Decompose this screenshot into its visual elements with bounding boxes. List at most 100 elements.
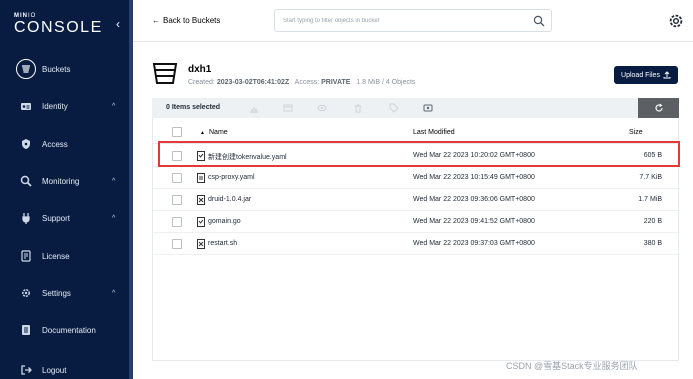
file-size: 605 B — [643, 152, 662, 159]
sidebar-item-documentation[interactable]: Documentation — [0, 313, 129, 347]
table-row[interactable]: gomain.go Wed Mar 22 2023 09:41:52 GMT+0… — [153, 211, 680, 233]
sidebar-item-logout[interactable]: Logout — [0, 353, 129, 379]
created-label: Created: — [188, 79, 215, 86]
file-name: csp-proxy.yaml — [208, 174, 255, 181]
table-row[interactable]: 新建创建tokenvalue.yaml Wed Mar 22 2023 10:2… — [153, 145, 680, 167]
sidebar-item-label: Buckets — [42, 64, 71, 74]
objects-table: ▲ Name Last Modified Size 新建创建tokenvalue… — [152, 118, 680, 361]
back-to-buckets-label: Back to Buckets — [163, 16, 221, 25]
file-last-modified: Wed Mar 22 2023 09:41:52 GMT+0800 — [413, 218, 535, 225]
column-header-size[interactable]: Size — [629, 129, 643, 136]
gear-icon[interactable] — [667, 12, 685, 30]
documentation-icon — [19, 323, 33, 337]
row-checkbox[interactable] — [172, 151, 182, 161]
row-checkbox[interactable] — [172, 239, 182, 249]
bucket-icon — [152, 63, 178, 84]
file-size: 380 B — [643, 240, 662, 247]
access-icon — [19, 137, 33, 151]
sidebar-item-buckets[interactable]: Buckets — [0, 52, 129, 86]
sidebar-item-support[interactable]: Support ^ — [0, 201, 129, 235]
table-row[interactable]: csp-proxy.yaml Wed Mar 22 2023 10:15:49 … — [153, 167, 680, 189]
file-name: 新建创建tokenvalue.yaml — [208, 154, 287, 161]
sidebar-item-license[interactable]: License — [0, 239, 129, 273]
file-last-modified: Wed Mar 22 2023 10:15:49 GMT+0800 — [413, 174, 535, 181]
access-value: PRIVATE — [321, 79, 351, 86]
file-name: restart.sh — [208, 240, 238, 247]
file-last-modified: Wed Mar 22 2023 09:36:06 GMT+0800 — [413, 196, 535, 203]
logout-icon — [19, 363, 33, 377]
table-row[interactable]: restart.sh Wed Mar 22 2023 09:37:03 GMT+… — [153, 233, 680, 255]
file-name: gomain.go — [208, 218, 241, 225]
bucket-details: Created: 2023-03-02T06:41:02Z Access: PR… — [188, 79, 415, 86]
sidebar-item-label: License — [42, 251, 70, 261]
refresh-button[interactable] — [638, 98, 679, 118]
bucket-name: dxh1 — [188, 64, 212, 75]
bucket-usage: 1.8 MiB / 4 Objects — [356, 79, 416, 86]
file-last-modified: Wed Mar 22 2023 10:20:02 GMT+0800 — [413, 152, 535, 159]
back-to-buckets-link[interactable]: ← Back to Buckets — [152, 16, 220, 25]
script-file-icon — [197, 239, 205, 249]
sidebar-scrollbar[interactable] — [129, 0, 133, 379]
delete-icon[interactable] — [352, 102, 364, 114]
upload-files-button[interactable]: Upload Files — [614, 66, 678, 84]
inspect-icon[interactable] — [422, 102, 434, 114]
support-icon — [19, 211, 33, 225]
select-all-checkbox[interactable] — [172, 127, 182, 137]
sidebar-item-label: Monitoring — [42, 176, 80, 186]
file-icon — [197, 173, 205, 183]
row-checkbox[interactable] — [172, 217, 182, 227]
created-value: 2023-03-02T06:41:02Z — [216, 79, 290, 86]
preview-icon[interactable] — [316, 102, 328, 114]
chevron-up-icon: ^ — [112, 214, 116, 222]
sort-ascending-icon[interactable]: ▲ — [200, 130, 205, 136]
sidebar-item-identity[interactable]: Identity ^ — [0, 89, 129, 123]
logo-console-text: CONSOLE — [14, 19, 103, 36]
file-size: 7.7 KiB — [639, 174, 662, 181]
selected-count: 0 Items selected — [166, 104, 221, 111]
object-filter-search[interactable] — [274, 9, 552, 32]
sidebar-item-label: Support — [42, 213, 71, 223]
object-actions-toolbar: 0 Items selected — [152, 98, 679, 118]
header-divider — [133, 41, 693, 42]
sidebar: MINIO CONSOLE ‹ Buckets Identity ^ Acces… — [0, 0, 133, 379]
refresh-icon — [654, 103, 663, 112]
row-checkbox[interactable] — [172, 195, 182, 205]
search-icon[interactable] — [533, 15, 545, 27]
sidebar-item-label: Logout — [42, 365, 67, 375]
upload-icon — [663, 71, 671, 79]
minio-console-logo: MINIO CONSOLE — [14, 13, 103, 36]
watermark: CSDN @雪基Stack专业服务团队 — [506, 361, 638, 371]
file-icon — [197, 151, 205, 161]
chevron-up-icon: ^ — [112, 102, 116, 110]
column-header-name[interactable]: Name — [209, 129, 228, 136]
sidebar-item-label: Settings — [42, 288, 71, 298]
settings-icon — [19, 286, 33, 300]
sidebar-item-access[interactable]: Access — [0, 127, 129, 161]
table-header: ▲ Name Last Modified Size — [153, 118, 680, 144]
file-last-modified: Wed Mar 22 2023 09:37:03 GMT+0800 — [413, 240, 535, 247]
bucket-icon — [16, 59, 36, 79]
sidebar-item-label: Access — [42, 139, 68, 149]
upload-files-label: Upload Files — [621, 71, 660, 79]
identity-icon — [19, 99, 33, 113]
sidebar-item-monitoring[interactable]: Monitoring ^ — [0, 164, 129, 198]
row-checkbox[interactable] — [172, 173, 182, 183]
code-file-icon — [197, 217, 205, 227]
monitoring-icon — [19, 174, 33, 188]
column-header-last-modified[interactable]: Last Modified — [413, 129, 455, 136]
table-row[interactable]: druid-1.0.4.jar Wed Mar 22 2023 09:36:06… — [153, 189, 680, 211]
share-icon[interactable] — [282, 102, 294, 114]
file-size: 220 B — [643, 218, 662, 225]
download-icon[interactable] — [248, 102, 260, 114]
sidebar-collapse-icon[interactable]: ‹ — [112, 17, 124, 31]
chevron-up-icon: ^ — [112, 289, 116, 297]
tag-icon[interactable] — [388, 102, 400, 114]
search-input[interactable] — [283, 14, 513, 28]
file-size: 1.7 MiB — [638, 196, 662, 203]
archive-file-icon — [197, 195, 205, 205]
access-label: Access: — [294, 79, 320, 86]
file-name: druid-1.0.4.jar — [208, 196, 252, 203]
sidebar-item-label: Documentation — [42, 325, 96, 335]
arrow-left-icon: ← — [152, 16, 160, 25]
sidebar-item-settings[interactable]: Settings ^ — [0, 276, 129, 310]
